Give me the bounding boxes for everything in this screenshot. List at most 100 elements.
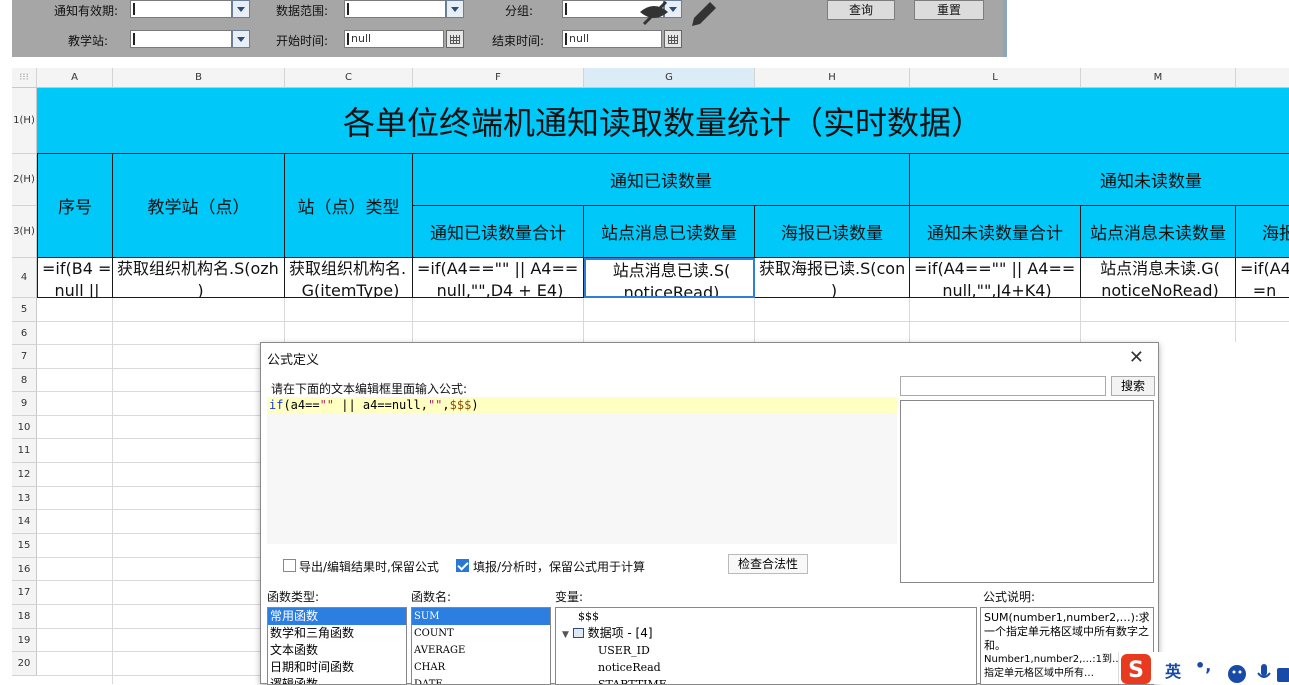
row-header[interactable]: 20 bbox=[12, 652, 37, 676]
column-header[interactable]: G bbox=[584, 68, 755, 88]
start-time-input[interactable]: null bbox=[344, 30, 444, 48]
formula-editor[interactable]: if(a4=="" || a4==null,"",$$$) bbox=[267, 397, 897, 544]
cell-m4[interactable]: 站点消息未读.G(noticeNoRead) bbox=[1081, 258, 1236, 298]
cell-h4[interactable]: 获取海报已读.S(con) bbox=[755, 258, 910, 298]
pencil-icon[interactable] bbox=[688, 0, 720, 30]
row-header[interactable]: 15 bbox=[12, 534, 37, 558]
site-dropdown[interactable] bbox=[232, 30, 250, 48]
func-name-list[interactable]: SUM COUNT AVERAGE CHAR DATE bbox=[411, 607, 551, 685]
header-group-unread[interactable]: 通知未读数量 bbox=[910, 154, 1289, 206]
search-results-box[interactable] bbox=[900, 400, 1154, 583]
notice-valid-input[interactable] bbox=[130, 0, 232, 18]
calendar-icon[interactable] bbox=[664, 30, 682, 48]
column-header[interactable]: A bbox=[37, 68, 113, 88]
column-header[interactable]: C bbox=[285, 68, 413, 88]
data-range-input[interactable] bbox=[344, 0, 446, 18]
hide-eye-icon[interactable] bbox=[638, 0, 672, 26]
header-read-total[interactable]: 通知已读数量合计 bbox=[413, 206, 584, 258]
list-item[interactable]: 文本函数 bbox=[268, 642, 406, 659]
row-header[interactable]: 17 bbox=[12, 581, 37, 605]
column-header[interactable]: B bbox=[113, 68, 285, 88]
header-unread-total[interactable]: 通知未读数量合计 bbox=[910, 206, 1081, 258]
search-input[interactable] bbox=[900, 376, 1106, 396]
cell-a4[interactable]: =if(B4 = null || bbox=[37, 258, 113, 298]
row-header[interactable]: 3(H) bbox=[12, 206, 37, 258]
tree-item[interactable]: noticeRead bbox=[556, 659, 976, 676]
row-header[interactable]: 18 bbox=[12, 605, 37, 629]
list-item[interactable]: SUM bbox=[412, 608, 550, 625]
header-read-poster[interactable]: 海报已读数量 bbox=[755, 206, 910, 258]
column-header[interactable]: L bbox=[910, 68, 1081, 88]
export-keep-checkbox[interactable] bbox=[283, 559, 296, 572]
list-item[interactable]: 常用函数 bbox=[268, 608, 406, 625]
cell-a4-line2: null || bbox=[54, 281, 100, 298]
header-site[interactable]: 教学站（点） bbox=[113, 154, 285, 258]
keyboard-icon[interactable] bbox=[1277, 666, 1289, 684]
list-item[interactable]: CHAR bbox=[412, 659, 550, 676]
formula-part: (a4== bbox=[283, 398, 320, 412]
grid-line bbox=[37, 557, 260, 558]
variable-tree[interactable]: $$$ ▼ 数据项 - [4] USER_ID noticeRead START… bbox=[555, 607, 977, 685]
end-time-label: 结束时间: bbox=[492, 34, 545, 48]
row-header[interactable]: 1(H) bbox=[12, 88, 37, 154]
cell-g4-selected[interactable]: 站点消息已读.S(noticeRead) bbox=[584, 258, 755, 298]
row-header[interactable]: 14 bbox=[12, 510, 37, 534]
reset-button[interactable]: 重置 bbox=[914, 0, 984, 20]
query-button[interactable]: 查询 bbox=[827, 0, 895, 20]
header-unread-poster[interactable]: 海报 bbox=[1236, 206, 1289, 258]
row-header[interactable]: 10 bbox=[12, 416, 37, 439]
header-site-type[interactable]: 站（点）类型 bbox=[285, 154, 413, 258]
row-header[interactable]: 5 bbox=[12, 298, 37, 322]
row-header[interactable]: 16 bbox=[12, 558, 37, 581]
list-item[interactable]: 日期和时间函数 bbox=[268, 659, 406, 676]
punctuation-icon[interactable]: •, bbox=[1195, 656, 1211, 675]
cell-c4-line2: G(itemType) bbox=[301, 281, 400, 298]
row-header[interactable]: 19 bbox=[12, 629, 37, 652]
microphone-icon[interactable] bbox=[1257, 664, 1271, 684]
column-header[interactable]: H bbox=[755, 68, 910, 88]
sogou-logo-icon[interactable]: S bbox=[1121, 654, 1151, 684]
row-header[interactable]: 11 bbox=[12, 439, 37, 463]
report-title[interactable]: 各单位终端机通知读取数量统计（实时数据） bbox=[37, 88, 1289, 154]
cell-n4[interactable]: =if(A4 =n bbox=[1236, 258, 1289, 298]
fill-keep-checkbox[interactable] bbox=[456, 559, 469, 572]
data-range-dropdown[interactable] bbox=[446, 0, 464, 18]
row-header[interactable]: 7 bbox=[12, 345, 37, 369]
list-item[interactable]: COUNT bbox=[412, 625, 550, 642]
row-header[interactable]: 9 bbox=[12, 392, 37, 416]
tree-item[interactable]: USER_ID bbox=[556, 642, 976, 659]
header-unread-site-msg[interactable]: 站点消息未读数量 bbox=[1081, 206, 1236, 258]
emoji-icon[interactable] bbox=[1227, 664, 1247, 684]
func-type-list[interactable]: 常用函数 数学和三角函数 文本函数 日期和时间函数 逻辑函数 bbox=[267, 607, 407, 685]
header-group-read[interactable]: 通知已读数量 bbox=[413, 154, 910, 206]
ime-lang[interactable]: 英 bbox=[1165, 658, 1181, 682]
cell-b4[interactable]: 获取组织机构名.S(ozh) bbox=[113, 258, 285, 298]
search-button[interactable]: 搜索 bbox=[1111, 376, 1155, 396]
close-icon[interactable]: ✕ bbox=[1129, 349, 1144, 367]
row-header[interactable]: 8 bbox=[12, 369, 37, 392]
column-header[interactable] bbox=[1236, 68, 1289, 88]
calendar-icon[interactable] bbox=[446, 30, 464, 48]
header-seq[interactable]: 序号 bbox=[37, 154, 113, 258]
select-all-corner[interactable]: ⁝⁝⁝ bbox=[12, 68, 37, 88]
list-item[interactable]: AVERAGE bbox=[412, 642, 550, 659]
header-read-site-msg[interactable]: 站点消息已读数量 bbox=[584, 206, 755, 258]
row-header[interactable]: 12 bbox=[12, 463, 37, 487]
column-header[interactable]: F bbox=[413, 68, 584, 88]
chevron-down-icon[interactable]: ▼ bbox=[562, 630, 569, 640]
cell-l4[interactable]: =if(A4=="" || A4== null,"",J4+K4) bbox=[910, 258, 1081, 298]
row-header[interactable]: 2(H) bbox=[12, 154, 37, 206]
tree-item[interactable]: $$$ bbox=[556, 608, 976, 625]
column-header[interactable]: M bbox=[1081, 68, 1236, 88]
notice-valid-dropdown[interactable] bbox=[232, 0, 250, 18]
check-validity-button[interactable]: 检查合法性 bbox=[728, 554, 808, 574]
tree-item[interactable]: ▼ 数据项 - [4] bbox=[556, 625, 976, 642]
row-header[interactable]: 4 bbox=[12, 258, 37, 298]
list-item[interactable]: 数学和三角函数 bbox=[268, 625, 406, 642]
row-header[interactable]: 13 bbox=[12, 487, 37, 510]
row-header[interactable]: 6 bbox=[12, 322, 37, 345]
cell-c4[interactable]: 获取组织机构名. G(itemType) bbox=[285, 258, 413, 298]
site-input[interactable] bbox=[130, 30, 232, 48]
end-time-input[interactable]: null bbox=[562, 30, 662, 48]
cell-f4[interactable]: =if(A4=="" || A4== null,"",D4 + E4) bbox=[413, 258, 584, 298]
